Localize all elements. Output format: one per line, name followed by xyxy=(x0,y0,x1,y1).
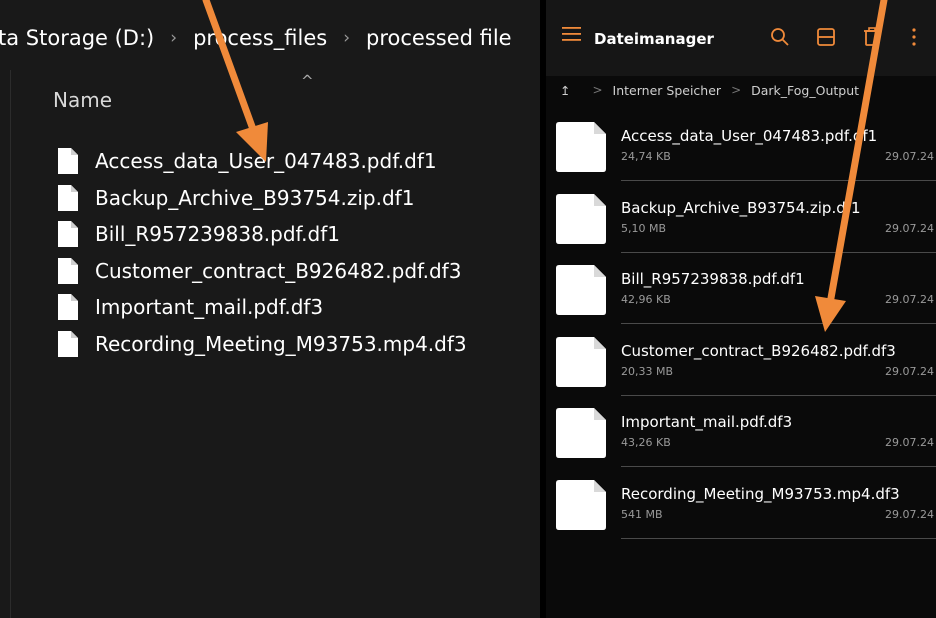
file-row[interactable]: Customer_contract_B926482.pdf.df3 20,33 M… xyxy=(546,333,936,405)
navigate-up-icon[interactable]: ↥ xyxy=(560,83,570,98)
file-name: Recording_Meeting_M93753.mp4.df3 xyxy=(95,331,467,356)
file-row[interactable]: Backup_Archive_B93754.zip.df1 xyxy=(58,180,467,217)
file-name: Bill_R957239838.pdf.df1 xyxy=(95,222,340,247)
file-row[interactable]: Important_mail.pdf.df3 43,26 KB 29.07.24 xyxy=(546,404,936,476)
file-row[interactable]: Customer_contract_B926482.pdf.df3 xyxy=(58,253,467,290)
more-icon[interactable] xyxy=(910,27,918,51)
android-file-manager: Dateimanager ↥ > Interner Speicher > Dar… xyxy=(546,0,936,618)
row-divider xyxy=(621,537,936,539)
file-name: Backup_Archive_B93754.zip.df1 xyxy=(95,185,415,210)
chevron-right-icon[interactable]: › xyxy=(343,28,350,48)
file-row[interactable]: Bill_R957239838.pdf.df1 xyxy=(58,216,467,253)
path-item-dark-fog-output[interactable]: Dark_Fog_Output xyxy=(751,83,859,98)
file-date: 29.07.24 xyxy=(885,293,934,306)
file-icon xyxy=(58,148,78,175)
file-date: 29.07.24 xyxy=(885,364,934,378)
file-icon xyxy=(58,330,78,357)
row-divider xyxy=(621,323,936,324)
file-size: 5,10 MB xyxy=(621,221,667,235)
file-name: Recording_Meeting_M93753.mp4.df3 xyxy=(621,484,900,503)
layout-icon[interactable] xyxy=(816,27,836,51)
file-row[interactable]: Important_mail.pdf.df3 xyxy=(58,289,467,326)
file-icon xyxy=(58,294,78,321)
chevron-right-icon: > xyxy=(731,83,742,97)
file-row[interactable]: Access_data_User_047483.pdf.df1 24,74 KB 2… xyxy=(546,118,936,190)
file-date: 29.07.24 xyxy=(885,436,934,449)
file-date: 29.07.24 xyxy=(885,221,934,235)
row-divider xyxy=(621,180,936,181)
path-item-internal-storage[interactable]: Interner Speicher xyxy=(613,83,722,98)
file-date: 29.07.24 xyxy=(885,150,934,163)
file-row[interactable]: Recording_Meeting_M93753.mp4.df3 541 MB 29… xyxy=(546,476,936,548)
file-size: 24,74 KB xyxy=(621,150,671,163)
file-icon xyxy=(556,408,606,458)
sort-ascending-icon: ^ xyxy=(301,72,314,90)
file-size: 541 MB xyxy=(621,507,663,521)
file-icon xyxy=(556,265,606,315)
path-bar: ↥ > Interner Speicher > Dark_Fog_Output xyxy=(546,76,936,104)
explorer-window: ta Storage (D:) › process_files › proces… xyxy=(0,0,540,618)
chevron-right-icon[interactable]: › xyxy=(170,28,177,48)
file-list: Access_data_User_047483.pdf.df1 24,74 KB 2… xyxy=(546,118,936,547)
file-name: Access_data_User_047483.pdf.df1 xyxy=(95,149,437,174)
row-divider xyxy=(621,251,936,253)
file-name: Customer_contract_B926482.pdf.df3 xyxy=(95,258,462,283)
file-list: Access_data_User_047483.pdf.df1 Backup_Ar… xyxy=(58,143,467,362)
file-name: Important_mail.pdf.df3 xyxy=(621,413,793,431)
app-bar: Dateimanager xyxy=(546,0,936,76)
breadcrumb-item-drive[interactable]: ta Storage (D:) xyxy=(0,26,154,50)
delete-icon[interactable] xyxy=(862,27,882,51)
column-header-name[interactable]: Name xyxy=(53,88,112,112)
file-icon xyxy=(556,479,606,530)
file-date: 29.07.24 xyxy=(885,507,934,521)
file-row[interactable]: Backup_Archive_B93754.zip.df1 5,10 MB 29.0… xyxy=(546,190,936,262)
navigation-pane-divider xyxy=(10,70,11,618)
file-name: Access_data_User_047483.pdf.df1 xyxy=(621,127,878,145)
file-size: 42,96 KB xyxy=(621,293,671,306)
file-size: 20,33 MB xyxy=(621,364,674,378)
file-row[interactable]: Access_data_User_047483.pdf.df1 xyxy=(58,143,467,180)
file-icon xyxy=(58,184,78,211)
file-icon xyxy=(58,257,78,284)
file-size: 43,26 KB xyxy=(621,436,671,449)
file-name: Bill_R957239838.pdf.df1 xyxy=(621,270,805,288)
row-divider xyxy=(621,466,936,467)
file-icon xyxy=(556,122,606,172)
app-title: Dateimanager xyxy=(594,30,714,48)
file-name: Important_mail.pdf.df3 xyxy=(95,295,324,320)
row-divider xyxy=(621,394,936,396)
breadcrumb: ta Storage (D:) › process_files › proces… xyxy=(0,18,540,58)
file-icon xyxy=(58,221,78,248)
search-icon[interactable] xyxy=(770,27,790,51)
file-name: Customer_contract_B926482.pdf.df3 xyxy=(621,341,896,360)
file-name: Backup_Archive_B93754.zip.df1 xyxy=(621,198,861,217)
file-icon xyxy=(556,336,606,387)
breadcrumb-item-process-files[interactable]: process_files xyxy=(193,26,327,50)
chevron-right-icon: > xyxy=(592,83,603,97)
file-row[interactable]: Bill_R957239838.pdf.df1 42,96 KB 29.07.24 xyxy=(546,261,936,333)
menu-icon[interactable] xyxy=(562,26,582,46)
file-row[interactable]: Recording_Meeting_M93753.mp4.df3 xyxy=(58,326,467,363)
file-icon xyxy=(556,193,606,244)
breadcrumb-item-processed-files[interactable]: processed file xyxy=(366,26,512,50)
